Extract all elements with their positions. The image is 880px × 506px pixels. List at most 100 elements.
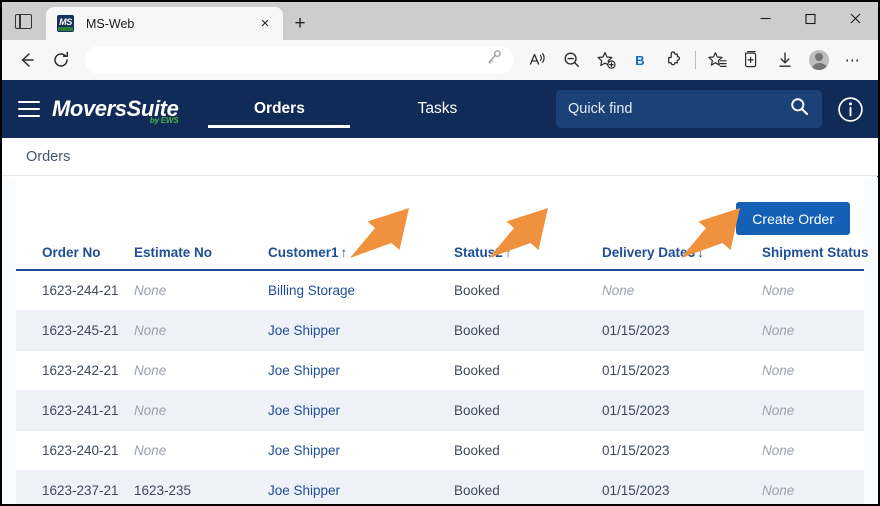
cell-shipment-status: None bbox=[762, 351, 864, 391]
orders-table-header-row: Order No Estimate No Customer1↑ Status2↑ bbox=[16, 239, 864, 270]
sort-index: 2 bbox=[495, 245, 503, 260]
tab-tasks[interactable]: Tasks bbox=[358, 80, 516, 138]
favorites-button[interactable] bbox=[700, 45, 734, 75]
cell-delivery-date-value: 01/15/2023 bbox=[602, 483, 670, 498]
table-row[interactable]: 1623-245-21NoneJoe ShipperBooked01/15/20… bbox=[16, 311, 864, 351]
close-icon[interactable]: × bbox=[253, 12, 277, 36]
cell-customer-value: Joe Shipper bbox=[268, 443, 340, 458]
zoom-out-button[interactable] bbox=[555, 45, 589, 75]
read-aloud-button[interactable] bbox=[521, 45, 555, 75]
downloads-button[interactable] bbox=[768, 45, 802, 75]
cell-estimate-no-value: None bbox=[134, 403, 166, 418]
bing-button[interactable]: B bbox=[623, 45, 657, 75]
cell-status-value: Booked bbox=[454, 363, 500, 378]
address-bar[interactable] bbox=[85, 46, 514, 74]
search-icon[interactable] bbox=[789, 96, 810, 122]
column-label: Order No bbox=[42, 245, 101, 260]
close-window-button[interactable] bbox=[833, 2, 878, 35]
sort-arrow-icon bbox=[212, 245, 214, 260]
info-icon bbox=[837, 96, 864, 123]
cell-customer[interactable]: Joe Shipper bbox=[268, 311, 454, 351]
favicon-label: MS bbox=[59, 18, 72, 27]
cell-delivery-date-value: 01/15/2023 bbox=[602, 363, 670, 378]
column-header-customer[interactable]: Customer1↑ bbox=[268, 239, 454, 270]
cell-order-no-value: 1623-237-21 bbox=[42, 483, 119, 498]
cell-shipment-status: None bbox=[762, 391, 864, 431]
address-input[interactable] bbox=[97, 53, 485, 67]
quick-find-input[interactable] bbox=[568, 101, 789, 117]
cell-status-value: Booked bbox=[454, 443, 500, 458]
cell-status: Booked bbox=[454, 471, 602, 505]
browser-tabstrip: MS MS-Web × + bbox=[2, 2, 878, 40]
add-favorite-button[interactable] bbox=[589, 45, 623, 75]
collections-button[interactable] bbox=[734, 45, 768, 75]
cell-customer-value: Joe Shipper bbox=[268, 363, 340, 378]
tab-orders[interactable]: Orders bbox=[200, 80, 358, 138]
cell-estimate-no: None bbox=[134, 270, 268, 311]
cell-delivery-date-value: 01/15/2023 bbox=[602, 403, 670, 418]
cell-delivery-date: 01/15/2023 bbox=[602, 471, 762, 505]
cell-estimate-no: None bbox=[134, 351, 268, 391]
extensions-button[interactable] bbox=[657, 45, 691, 75]
read-aloud-icon bbox=[528, 50, 548, 70]
back-icon bbox=[17, 50, 37, 70]
cell-delivery-date: 01/15/2023 bbox=[602, 431, 762, 471]
settings-more-button[interactable]: ⋯ bbox=[836, 45, 870, 75]
maximize-button[interactable] bbox=[788, 2, 833, 35]
table-row[interactable]: 1623-240-21NoneJoe Shipper Booked 01/15/20… bbox=[16, 431, 864, 471]
browser-tab[interactable]: MS MS-Web × bbox=[46, 7, 283, 40]
close-window-icon bbox=[849, 12, 862, 25]
cell-customer[interactable]: Joe Shipper bbox=[268, 431, 454, 471]
bing-icon: B bbox=[635, 53, 644, 68]
column-label: Customer bbox=[268, 245, 331, 260]
app-logo[interactable]: MoversSuite by EWS bbox=[52, 98, 178, 120]
cell-status-value: Booked bbox=[454, 283, 500, 298]
info-button[interactable] bbox=[822, 96, 878, 123]
orders-table: Order No Estimate No Customer1↑ Status2↑ bbox=[16, 239, 864, 504]
column-header-delivery-date[interactable]: Delivery Date3↓ bbox=[602, 239, 762, 270]
column-header-shipment-status[interactable]: Shipment Status bbox=[762, 239, 864, 270]
breadcrumb-label[interactable]: Orders bbox=[26, 149, 70, 165]
table-row[interactable]: 1623-244-21NoneBilling StorageBookedNone… bbox=[16, 270, 864, 311]
table-row[interactable]: 1623-242-21NoneJoe ShipperBooked01/15/20… bbox=[16, 351, 864, 391]
cell-customer[interactable]: Joe Shipper bbox=[268, 351, 454, 391]
column-header-status[interactable]: Status2↑ bbox=[454, 239, 602, 270]
cell-order-no-value: 1623-241-21 bbox=[42, 403, 119, 418]
menu-icon[interactable] bbox=[18, 101, 40, 117]
cell-order-no: 1623-240-21 bbox=[16, 431, 134, 471]
site-favicon-icon: MS bbox=[57, 15, 74, 32]
cell-customer[interactable]: Billing Storage bbox=[268, 270, 454, 311]
table-row[interactable]: 1623-241-21NoneJoe ShipperBooked01/15/20… bbox=[16, 391, 864, 431]
sort-arrow-icon bbox=[101, 245, 103, 260]
app-logo-sublabel: by EWS bbox=[150, 117, 179, 125]
cell-shipment-status-value: None bbox=[762, 483, 794, 498]
zoom-out-icon bbox=[562, 50, 582, 70]
reload-button[interactable] bbox=[44, 45, 78, 75]
settings-more-icon: ⋯ bbox=[845, 51, 862, 69]
sort-arrow-icon: ↑ bbox=[339, 245, 348, 260]
new-tab-button[interactable]: + bbox=[283, 7, 317, 40]
table-row[interactable]: 1623-237-211623-235Joe ShipperBooked01/1… bbox=[16, 471, 864, 505]
cell-status: Booked bbox=[454, 351, 602, 391]
cell-shipment-status-value: None bbox=[762, 283, 794, 298]
cell-order-no: 1623-244-21 bbox=[16, 270, 134, 311]
tab-actions-button[interactable] bbox=[2, 2, 44, 40]
quick-find-box[interactable] bbox=[556, 90, 822, 128]
sort-arrow-icon: ↓ bbox=[695, 245, 704, 260]
cell-status-value: Booked bbox=[454, 483, 500, 498]
cell-status-value: Booked bbox=[454, 323, 500, 338]
profile-button[interactable] bbox=[802, 45, 836, 75]
browser-toolbar: B bbox=[2, 40, 878, 80]
cell-customer[interactable]: Joe Shipper bbox=[268, 471, 454, 505]
back-button[interactable] bbox=[10, 45, 44, 75]
column-header-estimate-no[interactable]: Estimate No bbox=[134, 239, 268, 270]
toolbar-right-actions: B bbox=[521, 45, 870, 75]
cell-estimate-no: None bbox=[134, 431, 268, 471]
cell-estimate-no-value: None bbox=[134, 323, 166, 338]
cell-shipment-status-value: None bbox=[762, 403, 794, 418]
column-header-order-no[interactable]: Order No bbox=[16, 239, 134, 270]
minimize-button[interactable] bbox=[743, 2, 788, 35]
create-order-button[interactable]: Create Order bbox=[736, 202, 850, 235]
cell-customer[interactable]: Joe Shipper bbox=[268, 391, 454, 431]
key-icon[interactable] bbox=[485, 49, 502, 71]
